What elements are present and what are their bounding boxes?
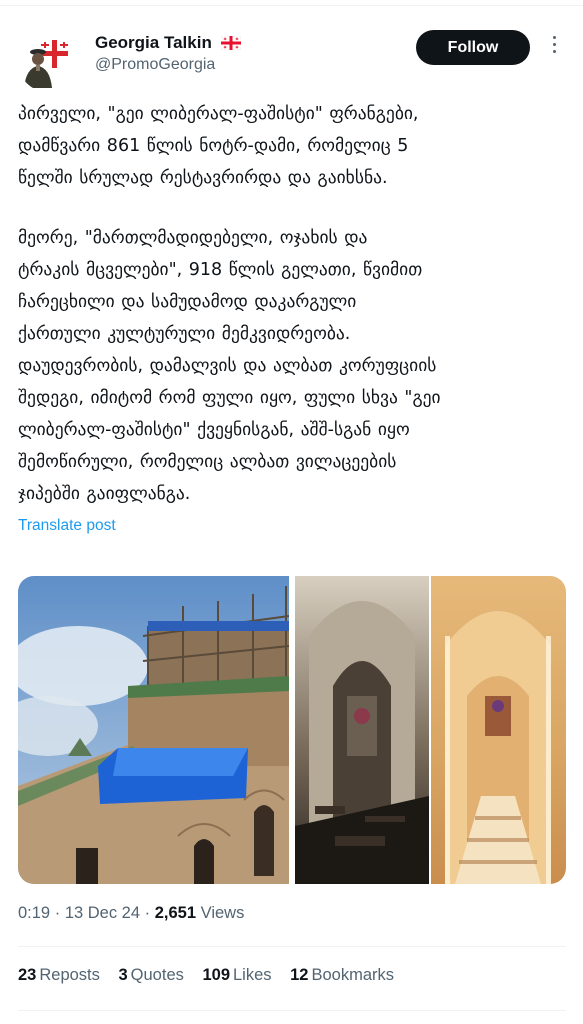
reposts-stat[interactable]: 23 Reposts xyxy=(18,966,100,985)
tweet-paragraph-2: მეორე, "მართლმადიდებელი, ოჯახის და ტრაკი… xyxy=(18,222,566,510)
author-block: Georgia Talkin @PromoGeorgia xyxy=(95,33,241,74)
views-count[interactable]: 2,651 xyxy=(155,904,196,922)
text-line: პირველი, "გეი ლიბერალ-ფაშისტი" ფრანგები, xyxy=(18,104,419,124)
tweet-paragraph-1: პირველი, "გეი ლიბერალ-ფაშისტი" ფრანგები,… xyxy=(18,98,566,194)
georgian-flag-icon xyxy=(220,36,241,50)
text-line: შედეგი, იმიტომ რომ ფული იყო, ფული სხვა "… xyxy=(18,388,441,408)
media-grid xyxy=(18,576,566,884)
stat-count: 12 xyxy=(290,966,309,984)
text-line: მეორე, "მართლმადიდებელი, ოჯახის და xyxy=(18,228,368,248)
stat-count: 23 xyxy=(18,966,37,984)
display-name[interactable]: Georgia Talkin xyxy=(95,33,212,53)
text-line: შემოწირული, რომელიც ალბათ ვილაცეების xyxy=(18,452,397,472)
bookmarks-stat[interactable]: 12 Bookmarks xyxy=(290,966,394,985)
text-line: ლიბერალ-ფაშისტი" ქვეყნისგან, აშშ-სგან იყ… xyxy=(18,420,410,440)
text-line: ქართული კულტურული მემკვიდრეობა. xyxy=(18,324,351,344)
more-options-icon[interactable] xyxy=(547,36,561,58)
avatar[interactable] xyxy=(18,32,78,92)
engagement-stats: 23 Reposts 3 Quotes 109 Likes 12 Bookmarks xyxy=(18,966,408,985)
meta-separator: · xyxy=(54,904,61,922)
stats-bottom-divider xyxy=(18,1010,566,1011)
text-line: ტრაკის მცველები", 918 წლის გელათი, წვიმი… xyxy=(18,260,423,280)
avatar-image xyxy=(18,32,78,92)
stat-label: Quotes xyxy=(130,966,184,984)
meta-separator: · xyxy=(144,904,151,922)
tweet-meta: 0:19 · 13 Dec 24 · 2,651 Views xyxy=(18,904,244,923)
follow-button[interactable]: Follow xyxy=(416,30,530,65)
stat-label: Likes xyxy=(233,966,272,984)
gelati-monastery-photo[interactable] xyxy=(18,576,290,884)
post-time[interactable]: 0:19 xyxy=(18,904,50,922)
stat-count: 3 xyxy=(118,966,128,984)
text-line: დაუდევრობის, დამალვის და ალბათ კორუფციის xyxy=(18,356,437,376)
translate-post-link[interactable]: Translate post xyxy=(18,517,116,535)
text-line: ჯიპებში გაიფლანგა. xyxy=(18,484,191,504)
tweet-header: Georgia Talkin @PromoGeorgia Follow xyxy=(18,28,568,92)
text-line: დამწვარი 861 წლის ნოტრ-დამი, რომელიც 5 xyxy=(18,136,409,156)
views-label: Views xyxy=(200,904,245,922)
likes-stat[interactable]: 109 Likes xyxy=(202,966,271,985)
stat-label: Reposts xyxy=(39,966,100,984)
text-line: ჩარეცხილი და სამუდამოდ დაკარგული xyxy=(18,292,357,312)
quotes-stat[interactable]: 3 Quotes xyxy=(118,966,183,985)
stats-top-divider xyxy=(18,946,566,947)
stat-count: 109 xyxy=(202,966,230,984)
tweet-text: პირველი, "გეი ლიბერალ-ფაშისტი" ფრანგები,… xyxy=(18,98,566,538)
text-line: წელში სრულად რესტავრირდა და გაიხსნა. xyxy=(18,168,388,188)
notre-dame-photos[interactable] xyxy=(295,576,566,884)
stat-label: Bookmarks xyxy=(311,966,395,984)
top-divider xyxy=(0,0,583,6)
handle[interactable]: @PromoGeorgia xyxy=(95,56,241,74)
post-date[interactable]: 13 Dec 24 xyxy=(65,904,140,922)
